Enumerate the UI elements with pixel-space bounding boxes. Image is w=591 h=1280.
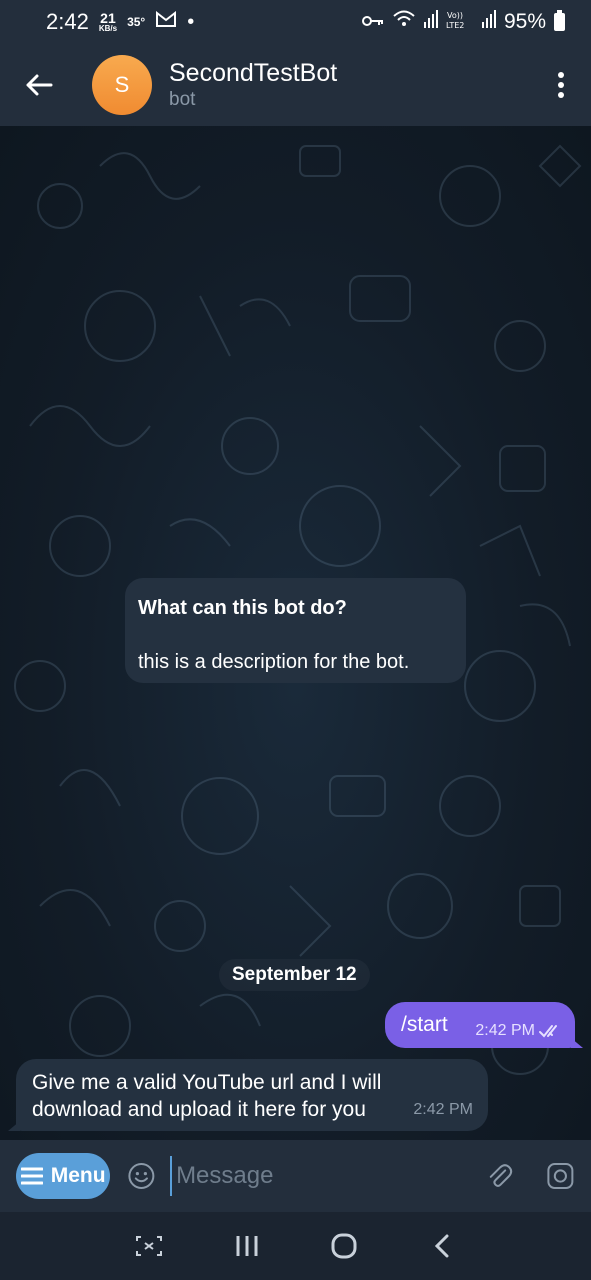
chevron-left-icon bbox=[435, 1234, 449, 1258]
bot-menu-button[interactable]: Menu bbox=[16, 1153, 111, 1199]
wifi-icon bbox=[392, 9, 416, 35]
composer-bar: Menu bbox=[0, 1140, 591, 1212]
more-options-button[interactable] bbox=[531, 44, 591, 126]
screenshot-icon bbox=[135, 1236, 162, 1256]
chat-subtitle: bot bbox=[169, 89, 196, 110]
speed-unit: KB/s bbox=[98, 24, 118, 33]
home-button[interactable] bbox=[324, 1226, 364, 1266]
outgoing-message[interactable]: /start 2:42 PM bbox=[385, 1002, 575, 1048]
menu-label: Menu bbox=[50, 1164, 106, 1187]
home-icon bbox=[331, 1233, 357, 1259]
hamburger-icon bbox=[20, 1167, 43, 1185]
status-bar: 2:42 21 KB/s 35° • Vo)) LTE2 95% bbox=[0, 0, 591, 44]
camera-icon[interactable] bbox=[546, 1158, 575, 1194]
svg-text:LTE2: LTE2 bbox=[446, 21, 464, 29]
speed-value: 21 bbox=[100, 10, 116, 26]
incoming-message[interactable]: Give me a valid YouTube url and I will d… bbox=[16, 1059, 488, 1131]
chat-title-block[interactable]: SecondTestBot bot bbox=[169, 58, 337, 112]
gmail-icon bbox=[155, 10, 177, 34]
lte-icon: Vo)) LTE2 bbox=[446, 9, 474, 35]
battery-percent: 95% bbox=[503, 10, 546, 33]
status-time: 2:42 bbox=[46, 9, 89, 34]
bot-info-card: What can this bot do? this is a descript… bbox=[125, 578, 466, 683]
chat-title: SecondTestBot bbox=[169, 59, 338, 87]
battery-icon bbox=[554, 10, 565, 31]
paperclip-icon[interactable] bbox=[486, 1159, 513, 1193]
message-input[interactable] bbox=[170, 1156, 487, 1196]
chat-area[interactable]: What can this bot do? this is a descript… bbox=[0, 126, 591, 1140]
message-text: /start bbox=[401, 1013, 448, 1036]
temperature: 35° bbox=[127, 15, 146, 29]
vpn-key-icon bbox=[361, 10, 384, 34]
screenshot-button[interactable] bbox=[129, 1226, 169, 1266]
bot-info-title: What can this bot do? bbox=[138, 597, 347, 619]
system-nav-bar bbox=[0, 1212, 591, 1280]
date-separator: September 12 bbox=[219, 959, 370, 991]
more-vertical-icon bbox=[558, 72, 564, 98]
recents-icon bbox=[236, 1236, 258, 1256]
message-time: 2:42 PM bbox=[475, 1022, 535, 1039]
arrow-left-icon bbox=[26, 74, 53, 96]
signal-2-icon bbox=[481, 10, 496, 34]
svg-text:Vo)): Vo)) bbox=[447, 11, 463, 20]
message-time: 2:42 PM bbox=[413, 1101, 473, 1118]
signal-icon bbox=[423, 10, 438, 34]
double-check-icon bbox=[539, 1025, 557, 1038]
emoji-icon[interactable] bbox=[127, 1158, 156, 1194]
chat-header: S SecondTestBot bot bbox=[0, 44, 591, 126]
network-speed: 21 KB/s bbox=[99, 11, 117, 33]
avatar[interactable]: S bbox=[92, 55, 152, 115]
bot-info-description: this is a description for the bot. bbox=[138, 651, 410, 673]
message-text: Give me a valid YouTube url and I will d… bbox=[32, 1071, 382, 1121]
nav-back-button[interactable] bbox=[422, 1226, 462, 1266]
back-button[interactable] bbox=[0, 44, 78, 126]
recents-button[interactable] bbox=[227, 1226, 267, 1266]
notification-dot: • bbox=[187, 10, 195, 33]
message-meta: 2:42 PM bbox=[475, 1022, 563, 1040]
